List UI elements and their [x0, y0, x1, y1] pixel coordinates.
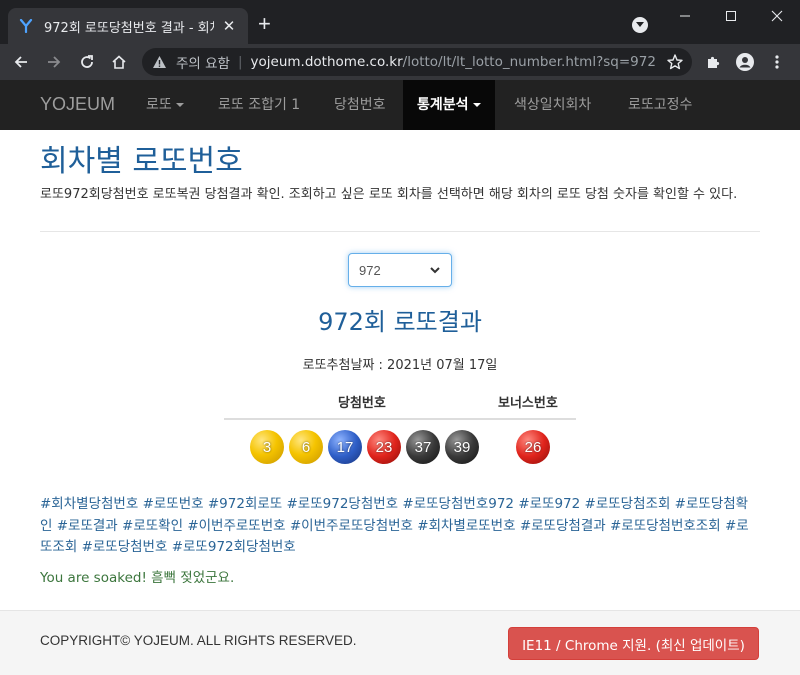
new-tab-button[interactable]: + [258, 13, 271, 35]
lotto-ball: 23 [367, 430, 401, 464]
chevron-down-icon [429, 264, 441, 276]
divider [40, 231, 760, 232]
extensions-puzzle-icon[interactable] [701, 50, 725, 74]
soaked-message: You are soaked! 흠뻑 젖었군요. [40, 570, 235, 586]
hashtag-link[interactable]: #972회로또 [208, 496, 282, 512]
hashtag-link[interactable]: #로또당첨번호972 [402, 496, 514, 512]
browser-tab[interactable]: 972회 로또당첨번호 결과 - 회차 ✕ [8, 8, 248, 44]
warning-icon[interactable] [152, 54, 168, 70]
security-label[interactable]: 주의 요함 [176, 52, 230, 72]
site-favicon-icon [18, 18, 34, 34]
maximize-icon[interactable] [708, 0, 754, 32]
browser-toolbar: 주의 요함 | yojeum.dothome.co.kr /lotto/lt/l… [0, 44, 800, 80]
close-window-icon[interactable] [754, 0, 800, 32]
winning-numbers-header: 당첨번호 [338, 396, 386, 411]
hashtag-list: #회차별당첨번호 #로또번호 #972회로또 #로또972당첨번호 #로또당첨번… [40, 494, 760, 559]
caret-down-icon [472, 103, 481, 107]
url-host: yojeum.dothome.co.kr [250, 54, 403, 70]
hashtag-link[interactable]: #로또972회당첨번호 [172, 539, 296, 555]
reload-icon[interactable] [75, 50, 99, 74]
nav-item-label: 로또 조합기 1 [218, 97, 301, 113]
nav-item-winning-numbers[interactable]: 당첨번호 [334, 80, 386, 130]
nav-item-label: 당첨번호 [334, 97, 386, 113]
tab-search-icon[interactable] [632, 17, 648, 33]
back-arrow-icon[interactable] [9, 50, 33, 74]
tab-close-icon[interactable]: ✕ [220, 17, 238, 35]
nav-item-color-match[interactable]: 색상일치회차 [514, 80, 591, 130]
url-separator: | [237, 54, 243, 70]
lotto-ball: 6 [289, 430, 323, 464]
url-path: /lotto/lt/lt_lotto_number.html?sq=972 [402, 54, 656, 70]
caret-down-icon [175, 103, 184, 107]
hashtag-link[interactable]: #회차별당첨번호 [40, 496, 138, 512]
nav-item-label: 로또고정수 [628, 97, 693, 113]
nav-item-combiner[interactable]: 로또 조합기 1 [218, 80, 300, 130]
hashtag-link[interactable]: #로또번호 [143, 496, 204, 512]
profile-avatar-icon[interactable] [733, 50, 757, 74]
page-description: 로또972회당첨번호 로또복권 당첨결과 확인. 조회하고 싶은 로또 회차를 … [40, 187, 738, 202]
page-footer: COPYRIGHT© YOJEUM. ALL RIGHTS RESERVED. … [0, 610, 800, 675]
balls-divider [224, 418, 576, 420]
minimize-icon[interactable] [662, 0, 708, 32]
nav-item-lotto[interactable]: 로또 [146, 80, 184, 130]
round-select-value: 972 [359, 262, 381, 278]
hashtag-link[interactable]: #로또당첨번호조회 [610, 518, 721, 534]
hashtag-link[interactable]: #회차별로또번호 [417, 518, 515, 534]
lotto-ball: 37 [406, 430, 440, 464]
hashtag-link[interactable]: #로또당첨조회 [585, 496, 671, 512]
address-bar[interactable]: 주의 요함 | yojeum.dothome.co.kr /lotto/lt/l… [142, 48, 692, 76]
hashtag-link[interactable]: #로또당첨번호 [82, 539, 168, 555]
bonus-ball: 26 [516, 430, 550, 464]
browser-menu-icon[interactable] [765, 50, 789, 74]
hashtag-link[interactable]: #로또당첨결과 [520, 518, 606, 534]
hashtag-link[interactable]: #로또972 [518, 496, 580, 512]
nav-item-statistics[interactable]: 통계분석 [403, 80, 495, 130]
lotto-ball: 3 [250, 430, 284, 464]
browser-tab-bar: 972회 로또당첨번호 결과 - 회차 ✕ + [0, 0, 800, 44]
bonus-number-header: 보너스번호 [498, 396, 558, 411]
nav-item-label: 색상일치회차 [514, 97, 592, 113]
browser-support-button[interactable]: IE11 / Chrome 지원. (최신 업데이트) [508, 627, 759, 660]
tab-title: 972회 로또당첨번호 결과 - 회차 [44, 20, 214, 36]
page-title: 회차별 로또번호 [40, 144, 243, 179]
nav-item-fixed-numbers[interactable]: 로또고정수 [628, 80, 692, 130]
round-select[interactable]: 972 [348, 253, 452, 287]
result-title: 972회 로또결과 [318, 308, 482, 336]
hashtag-link[interactable]: #로또확인 [122, 518, 183, 534]
hashtag-link[interactable]: #로또결과 [57, 518, 118, 534]
hashtag-link[interactable]: #이번주로또번호 [187, 518, 285, 534]
hashtag-link[interactable]: #로또972당첨번호 [287, 496, 399, 512]
hashtag-link[interactable]: #이번주로또당첨번호 [290, 518, 413, 534]
lotto-ball: 17 [328, 430, 362, 464]
nav-item-label: 통계분석 [417, 97, 469, 113]
lotto-ball: 39 [445, 430, 479, 464]
forward-arrow-icon[interactable] [42, 50, 66, 74]
site-navbar: YOJEUM 로또 로또 조합기 1 당첨번호 통계분석 색상일치회차 로또고정… [0, 80, 800, 130]
nav-item-label: 로또 [146, 97, 172, 113]
home-icon[interactable] [107, 50, 131, 74]
bookmark-star-icon[interactable] [666, 53, 684, 71]
brand-logo[interactable]: YOJEUM [40, 94, 115, 115]
draw-date: 로또추첨날짜 : 2021년 07월 17일 [302, 358, 498, 373]
copyright-text: COPYRIGHT© YOJEUM. ALL RIGHTS RESERVED. [40, 633, 357, 648]
